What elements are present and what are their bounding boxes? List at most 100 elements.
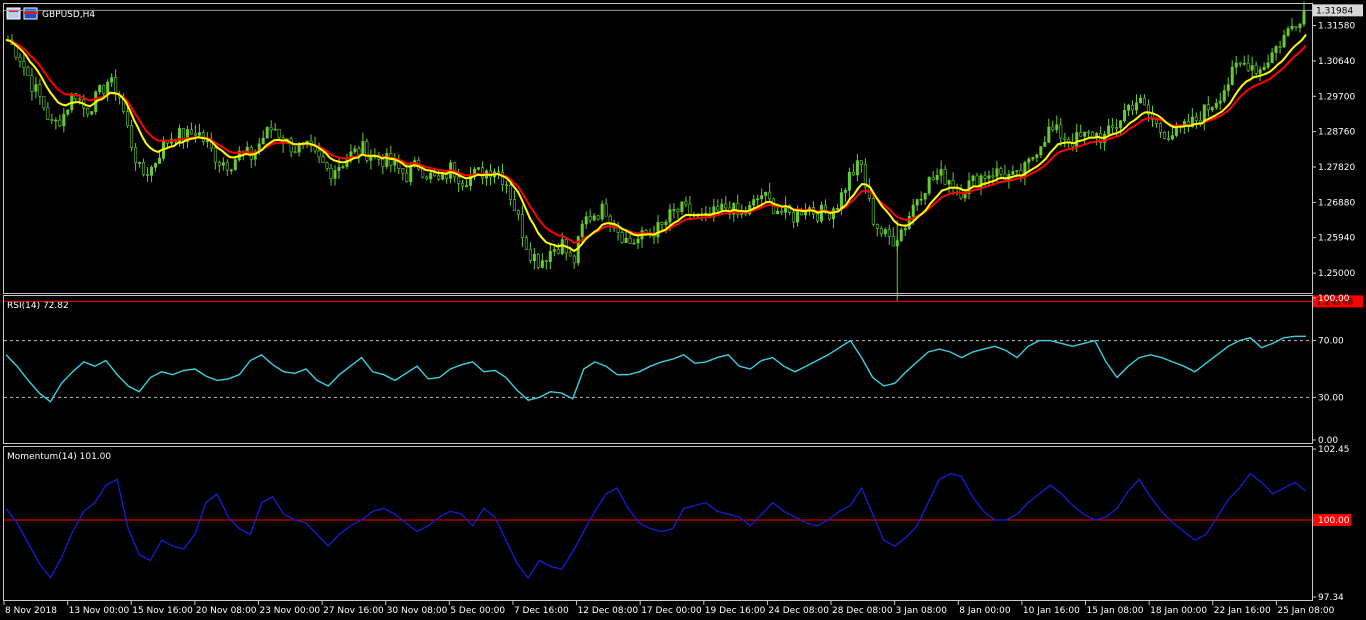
candle-body: [855, 160, 859, 176]
candle-body: [1194, 116, 1198, 121]
time-tick-label: 17 Dec 00:00: [641, 606, 702, 616]
time-tick-label: 3 Jan 08:00: [896, 606, 948, 616]
time-tick-label: 19 Dec 16:00: [705, 606, 766, 616]
price-tick-label: 1.26880: [1318, 198, 1355, 208]
candle-body: [70, 93, 74, 111]
candle-body: [293, 151, 297, 154]
candle-body: [899, 229, 903, 242]
candle-body: [138, 162, 142, 164]
candle-body: [365, 141, 369, 161]
price-panel-frame: [3, 3, 1313, 294]
candle-body: [931, 177, 935, 180]
candle-body: [289, 138, 293, 153]
candle-body: [668, 209, 672, 223]
candle-body: [261, 137, 265, 145]
candle-body: [54, 119, 58, 122]
window-icons[interactable]: [6, 7, 38, 20]
candle-body: [146, 174, 150, 176]
candle-body: [457, 176, 461, 184]
candle-body: [600, 203, 604, 220]
ma-fast-line: [5, 33, 1307, 253]
candle-body: [401, 168, 405, 174]
candle-body: [496, 171, 500, 174]
candle-body: [875, 224, 879, 229]
trading-chart[interactable]: GBPUSD,H4 RSI(14) 72.82 Momentum(14) 101…: [0, 0, 1366, 620]
candle-body: [1047, 126, 1051, 143]
candle-body: [461, 182, 465, 187]
candle-body: [106, 81, 110, 95]
candle-body: [1246, 62, 1250, 71]
price-tick-label: 1.30640: [1318, 57, 1355, 67]
candle-body: [421, 168, 425, 178]
candle-body: [1079, 132, 1083, 137]
candle-body: [233, 159, 237, 171]
time-tick-label: 8 Nov 2018: [5, 606, 57, 616]
candle-body: [1139, 97, 1143, 104]
time-tick-label: 25 Jan 08:00: [1277, 606, 1334, 616]
candle-body: [548, 251, 552, 262]
candle-body: [1302, 10, 1306, 25]
candle-body: [544, 260, 548, 263]
candle-body: [477, 167, 481, 170]
candle-body: [1127, 104, 1131, 111]
candle-body: [1135, 102, 1139, 111]
candle-body: [205, 140, 209, 143]
time-tick-label: 28 Dec 08:00: [832, 606, 893, 616]
candle-body: [664, 221, 668, 225]
candle-body: [130, 125, 134, 148]
momentum-indicator: 102.45 100.00 97.34: [4, 445, 1351, 603]
candle-body: [1142, 97, 1146, 106]
time-tick-label: 22 Jan 16:00: [1214, 606, 1271, 616]
time-tick-label: 18 Jan 00:00: [1150, 606, 1207, 616]
candle-body: [939, 169, 943, 176]
candle-body: [680, 201, 684, 213]
candle-body: [552, 249, 556, 252]
candle-body: [1055, 124, 1059, 131]
candle-body: [1162, 131, 1166, 139]
candle-body: [835, 208, 839, 210]
candle-body: [361, 141, 365, 155]
candle-body: [999, 168, 1003, 175]
candle-body: [724, 203, 728, 209]
candle-body: [887, 229, 891, 237]
candle-body: [1266, 62, 1270, 68]
price-tick-label: 1.28760: [1318, 128, 1355, 138]
candle-body: [796, 210, 800, 223]
candle-body: [1226, 84, 1230, 91]
candle-body: [540, 260, 544, 268]
flag-icon-stripe: [24, 12, 37, 14]
candle-body: [1027, 158, 1031, 163]
candle-body: [142, 162, 146, 175]
candle-body: [903, 228, 907, 231]
candle-body: [1278, 46, 1282, 48]
candle-body: [776, 210, 780, 215]
candle-body: [596, 215, 600, 220]
time-tick-label: 8 Jan 00:00: [959, 606, 1011, 616]
candle-body: [991, 175, 995, 178]
time-tick-label: 10 Jan 16:00: [1023, 606, 1080, 616]
time-tick-label: 13 Nov 00:00: [69, 606, 130, 616]
rsi-title: RSI(14) 72.82: [7, 301, 69, 311]
candle-body: [1035, 154, 1039, 158]
time-tick-label: 27 Nov 16:00: [323, 606, 384, 616]
candle-body: [927, 177, 931, 194]
candle-body: [1250, 65, 1254, 71]
candle-body: [46, 107, 50, 120]
rsi-panel-frame: [3, 295, 1313, 444]
candle-body: [158, 157, 162, 164]
candle-body: [584, 216, 588, 225]
candle-body: [1234, 62, 1238, 68]
rsi-tick-label: 100.00: [1318, 294, 1350, 304]
candle-body: [66, 109, 70, 115]
moving-averages: [5, 33, 1307, 253]
candle-body: [1166, 138, 1170, 140]
candle-body: [325, 162, 329, 169]
candle-body: [1051, 126, 1055, 131]
candle-body: [847, 171, 851, 191]
candle-body: [1274, 46, 1278, 54]
candle-body: [26, 67, 30, 77]
candle-body: [405, 172, 409, 182]
candle-body: [481, 167, 485, 179]
chart-window-icon[interactable]: [6, 7, 21, 20]
candle-body: [624, 237, 628, 243]
